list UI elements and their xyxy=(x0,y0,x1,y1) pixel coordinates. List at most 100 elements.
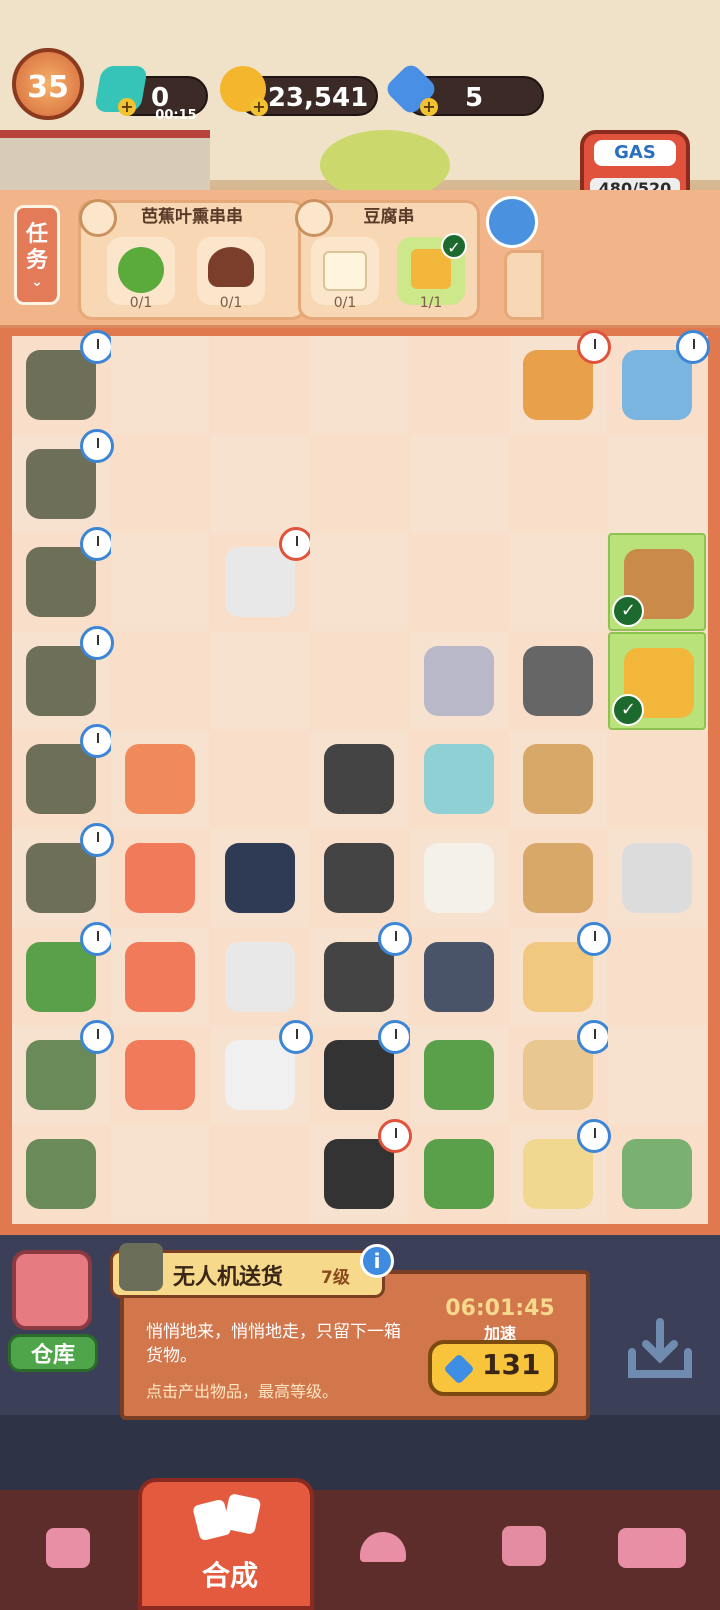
nav-restaurant[interactable] xyxy=(318,1498,448,1602)
orange-triangle-icon[interactable] xyxy=(125,843,196,913)
bowl-icon[interactable] xyxy=(622,843,693,913)
paint-roller-icon[interactable] xyxy=(486,196,538,248)
board-cell[interactable] xyxy=(608,434,707,533)
board-cell[interactable] xyxy=(509,533,607,632)
task-tab[interactable]: 任务 ⌄ xyxy=(14,205,60,305)
spice-shelf-icon[interactable] xyxy=(523,843,593,913)
board-cell[interactable] xyxy=(409,631,508,730)
nav-bus[interactable] xyxy=(590,1498,720,1602)
nav-map[interactable] xyxy=(460,1498,590,1602)
storage-shelf-icon[interactable] xyxy=(523,1040,593,1111)
spice-rack-icon[interactable] xyxy=(523,744,593,815)
sugarcane-tied-icon[interactable] xyxy=(324,1040,395,1111)
coin-plus-icon[interactable]: + xyxy=(250,98,268,116)
board-cell[interactable] xyxy=(211,336,309,434)
hand-truck-icon[interactable] xyxy=(26,1040,96,1111)
board-cell[interactable] xyxy=(12,823,114,927)
board-cell[interactable] xyxy=(310,435,408,533)
board-cell[interactable] xyxy=(310,829,408,927)
board-cell[interactable] xyxy=(310,921,413,1026)
drone-delivery-icon[interactable] xyxy=(26,843,96,913)
orange-star4-icon[interactable] xyxy=(125,941,196,1012)
board-cell[interactable] xyxy=(608,1026,707,1125)
board-cell[interactable] xyxy=(310,632,408,730)
board-cell[interactable] xyxy=(111,829,209,927)
board-cell[interactable] xyxy=(409,1026,508,1125)
store-to-warehouse-icon[interactable] xyxy=(620,1316,700,1386)
board-cell[interactable] xyxy=(111,927,210,1026)
board-cell[interactable] xyxy=(608,330,711,434)
board-cell[interactable] xyxy=(111,730,210,829)
order-card-1[interactable]: 芭蕉叶熏串串 0/1 0/1 xyxy=(78,199,306,320)
sugarcane-sprout-icon[interactable] xyxy=(324,843,395,913)
hook-icon[interactable] xyxy=(523,645,593,716)
drone-delivery-icon[interactable] xyxy=(26,350,96,420)
board-cell[interactable] xyxy=(12,724,114,828)
board-cell[interactable] xyxy=(12,527,114,631)
board-cell[interactable] xyxy=(111,435,209,533)
board-cell[interactable] xyxy=(509,330,611,434)
warehouse-button[interactable]: 仓库 xyxy=(8,1250,98,1380)
board-cell[interactable] xyxy=(409,434,508,533)
board-cell[interactable] xyxy=(410,928,508,1026)
bonsai-tree-icon[interactable] xyxy=(423,1040,494,1111)
board-cell[interactable] xyxy=(310,533,409,632)
board-cell[interactable] xyxy=(210,631,309,730)
board-cell[interactable] xyxy=(410,730,508,828)
board-cell[interactable] xyxy=(410,1125,508,1223)
printer-icon[interactable] xyxy=(224,547,295,618)
board-cell[interactable] xyxy=(211,730,309,828)
board-cell[interactable] xyxy=(409,829,508,927)
order-card-3-partial[interactable] xyxy=(504,250,544,320)
board-cell[interactable] xyxy=(310,1020,413,1124)
paint-box-icon[interactable] xyxy=(224,941,295,1012)
nav-merge[interactable]: 合成 xyxy=(138,1478,314,1610)
board-cell[interactable] xyxy=(12,921,114,1026)
fridge-icon[interactable] xyxy=(423,744,494,815)
gem-plus-icon[interactable]: + xyxy=(420,98,438,116)
board-cell[interactable] xyxy=(12,625,114,730)
board-cell[interactable] xyxy=(608,829,707,927)
board-cell[interactable]: ✓ xyxy=(608,533,707,632)
board-cell[interactable] xyxy=(509,730,607,829)
drone-delivery-icon[interactable] xyxy=(26,547,96,618)
board-cell[interactable] xyxy=(509,829,607,927)
board-cell[interactable] xyxy=(410,533,508,631)
merge-board[interactable]: ✓ ✓ xyxy=(12,330,711,1224)
dark-chef-hat-icon[interactable] xyxy=(423,941,494,1012)
board-cell[interactable] xyxy=(310,1118,413,1223)
board-cell[interactable] xyxy=(111,1026,209,1124)
orange-star-icon[interactable] xyxy=(125,1040,196,1111)
sugarcane-icon[interactable] xyxy=(324,744,395,815)
bonsai-tree-icon[interactable] xyxy=(423,1138,494,1209)
safe-icon[interactable] xyxy=(423,645,494,716)
board-cell[interactable] xyxy=(210,1020,313,1125)
board-cell[interactable] xyxy=(509,435,607,533)
board-cell[interactable] xyxy=(310,730,409,829)
drone-delivery-icon[interactable] xyxy=(26,744,96,815)
steamer-pot-icon[interactable] xyxy=(622,1138,693,1209)
board-cell[interactable] xyxy=(608,928,706,1026)
board-cell[interactable] xyxy=(12,428,114,533)
board-cell[interactable] xyxy=(608,730,706,828)
recipe-cards-icon[interactable] xyxy=(523,350,593,420)
board-cell[interactable] xyxy=(111,1124,210,1223)
board-cell[interactable] xyxy=(111,336,210,434)
order-card-2[interactable]: 豆腐串 0/1 1/1 ✓ xyxy=(295,199,480,320)
board-cell[interactable] xyxy=(509,1118,611,1223)
player-level-badge[interactable]: 35 xyxy=(12,48,84,120)
board-cell[interactable] xyxy=(310,336,409,434)
board-cell[interactable] xyxy=(509,921,611,1026)
energy-plus-icon[interactable]: + xyxy=(118,98,136,116)
ink-bottle-icon[interactable] xyxy=(224,843,295,913)
board-cell[interactable] xyxy=(111,533,210,632)
speed-up-button[interactable]: 131 xyxy=(428,1340,558,1396)
board-cell[interactable] xyxy=(211,928,309,1026)
board-cell[interactable] xyxy=(210,434,309,533)
board-cell[interactable] xyxy=(509,632,607,730)
board-cell[interactable] xyxy=(410,336,508,434)
hand-truck-empty-icon[interactable] xyxy=(26,1138,96,1209)
board-cell[interactable] xyxy=(211,1125,309,1223)
board-cell[interactable] xyxy=(12,1125,110,1223)
white-ink-bottle-icon[interactable] xyxy=(224,1040,295,1111)
